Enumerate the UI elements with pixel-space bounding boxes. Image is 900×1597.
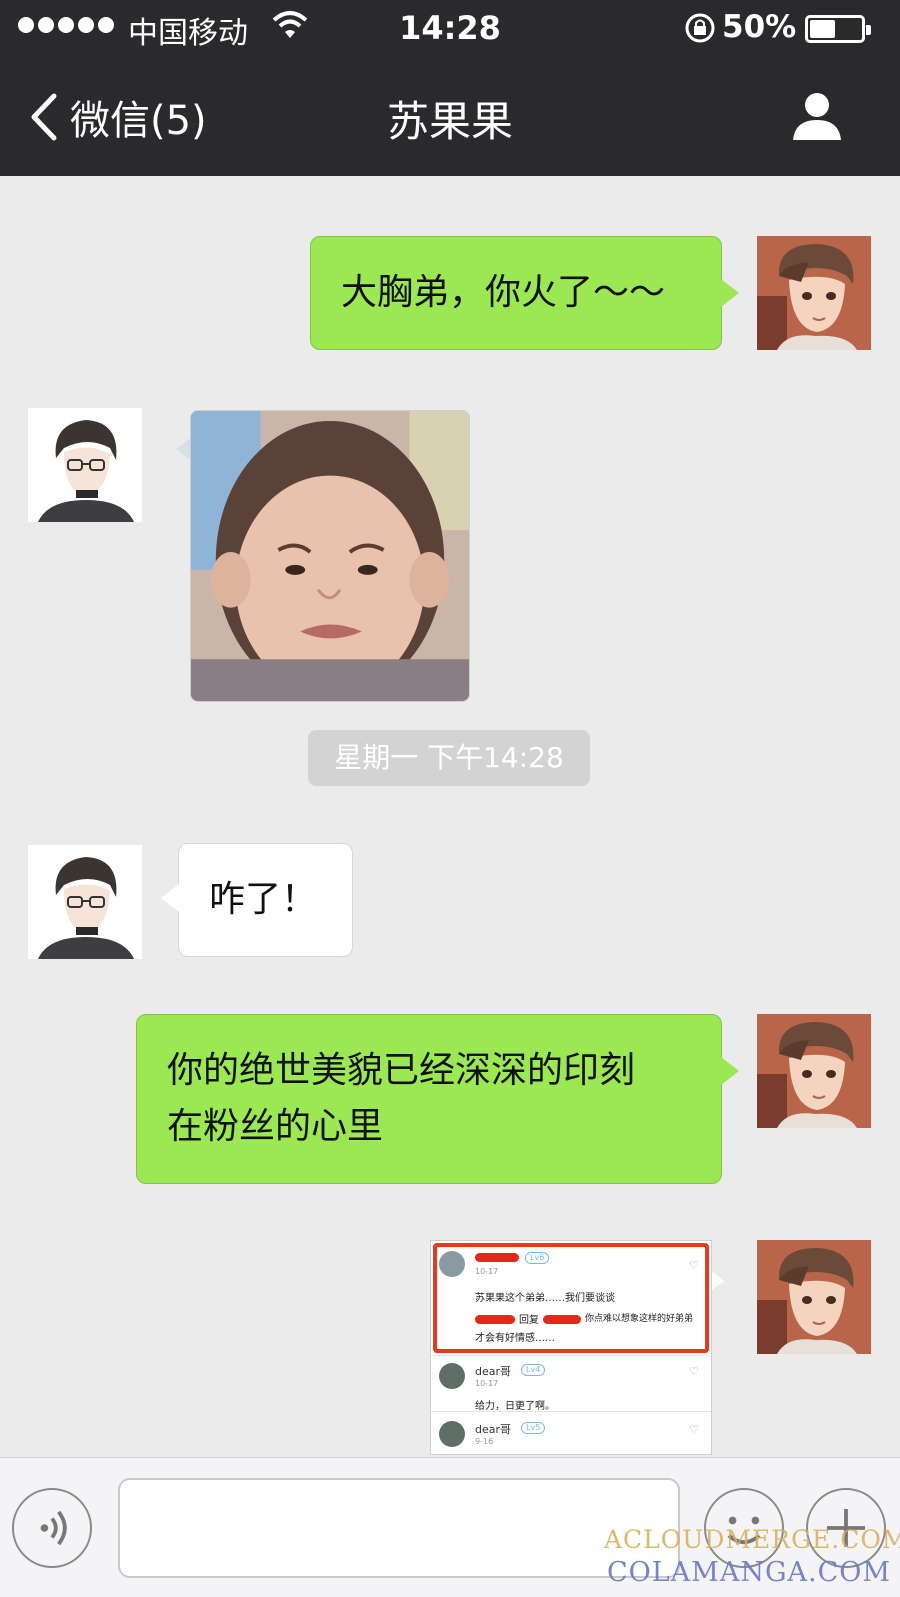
message-input[interactable] (118, 1478, 680, 1578)
my-avatar[interactable] (757, 1240, 871, 1354)
like-icon[interactable]: ♡ (689, 1365, 699, 1378)
divider (431, 1355, 711, 1356)
sticker-image[interactable] (190, 410, 470, 702)
commenter-avatar (439, 1421, 465, 1447)
commenter-name: dear哥 (475, 1423, 512, 1436)
comment-date: 10-17 (475, 1267, 499, 1276)
watermark-text: COLAMANGA.COM (606, 1557, 892, 1588)
battery-percentage: 50% (722, 9, 797, 45)
commenter-avatar (439, 1251, 465, 1277)
bubble-tail (176, 438, 190, 460)
my-avatar[interactable] (757, 236, 871, 350)
comment-text: 给力，日更了啊。 (475, 1401, 555, 1412)
redaction-mark (543, 1315, 581, 1324)
battery-icon (805, 15, 871, 43)
reply-prefix: 回复 (519, 1315, 539, 1326)
comment-date: 9-16 (475, 1437, 494, 1446)
message-bubble-outgoing[interactable]: 大胸弟，你火了～～ (310, 236, 739, 350)
level-badge: Lv4 (521, 1364, 546, 1376)
level-badge: Lv6 (525, 1252, 550, 1264)
contact-avatar[interactable] (28, 408, 142, 522)
profile-icon[interactable] (790, 88, 844, 142)
message-text-line: 在粉丝的心里 (167, 1106, 384, 1147)
message-bubble-outgoing[interactable]: 你的绝世美貌已经深深的印刻 在粉丝的心里 (136, 1014, 739, 1184)
screenshot-image[interactable]: Lv6 10-17 ♡ 苏果果这个弟弟……我们要谈谈 回复 你点难以想象这样的好… (430, 1240, 712, 1455)
reply-text-continued: 才会有好情感…… (475, 1333, 555, 1344)
message-text: 咋了！ (209, 879, 318, 920)
reply-text: 你点难以想象这样的好弟弟 (585, 1314, 694, 1324)
comment-date: 10-17 (475, 1379, 499, 1388)
voice-button[interactable] (12, 1488, 92, 1568)
rotation-lock-icon (685, 13, 715, 43)
like-icon[interactable]: ♡ (689, 1259, 699, 1272)
watermark-text: ACLOUDMERGE.COM (604, 1525, 900, 1554)
bubble-tail (712, 1272, 724, 1290)
voice-icon (40, 1510, 67, 1546)
commenter-name: dear哥 (475, 1365, 512, 1378)
level-badge: Lv5 (521, 1422, 546, 1434)
divider (431, 1411, 711, 1412)
contact-avatar[interactable] (28, 845, 142, 959)
navigation-bar: 微信(5) 苏果果 (0, 58, 900, 176)
like-icon[interactable]: ♡ (689, 1423, 699, 1436)
chat-title: 苏果果 (386, 97, 513, 146)
redaction-mark (475, 1253, 519, 1262)
message-bubble-incoming[interactable]: 咋了！ (161, 843, 353, 957)
my-avatar[interactable] (757, 1014, 871, 1128)
message-text-line: 你的绝世美貌已经深深的印刻 (167, 1050, 636, 1091)
timestamp: 星期一 下午14:28 (308, 730, 590, 786)
message-text: 大胸弟，你火了～～ (341, 272, 666, 313)
redaction-mark (475, 1315, 515, 1324)
commenter-avatar (439, 1363, 465, 1389)
status-bar: 中国移动 14:28 50% (0, 0, 900, 58)
comment-text: 苏果果这个弟弟……我们要谈谈 (475, 1293, 615, 1304)
